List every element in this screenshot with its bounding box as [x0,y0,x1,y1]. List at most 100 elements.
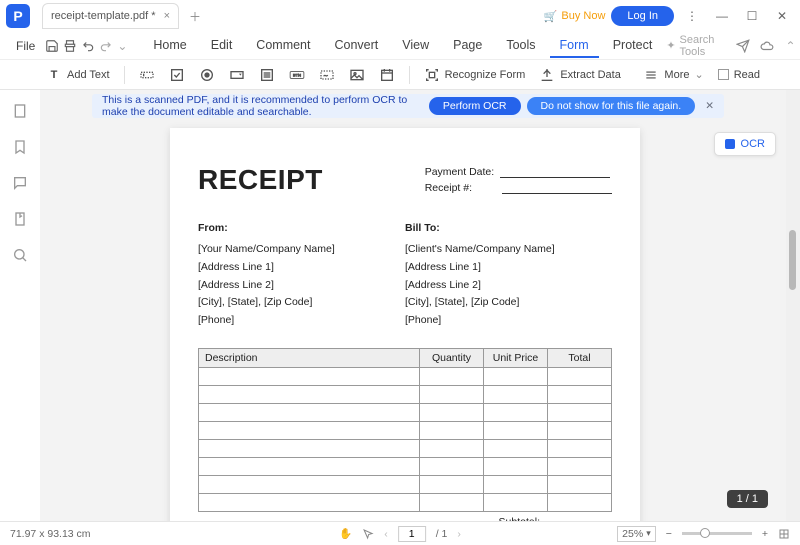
select-tool-icon[interactable] [362,528,374,540]
search-icon[interactable] [11,246,29,264]
text-field-icon[interactable] [139,67,155,83]
image-field-icon[interactable] [349,67,365,83]
zoom-slider-knob[interactable] [700,528,710,538]
close-window-icon[interactable]: ✕ [770,4,794,28]
bill-line: [Address Line 1] [405,259,612,277]
extract-data-button[interactable]: Extract Data [539,67,621,83]
print-icon[interactable] [63,36,77,56]
page-dimensions: 71.97 x 93.13 cm [10,528,91,540]
maximize-icon[interactable]: ☐ [740,4,764,28]
zoom-out-icon[interactable]: − [666,528,672,540]
save-icon[interactable] [45,36,59,56]
table-row [199,368,612,386]
page-total-label: / 1 [436,528,448,540]
form-toolbar: T Add Text BTN Recognize Form Extract Da… [0,60,800,90]
comments-icon[interactable] [11,174,29,192]
from-line: [City], [State], [Zip Code] [198,294,405,312]
bill-line: [Client's Name/Company Name] [405,241,612,259]
buy-now-link[interactable]: 🛒 Buy Now [544,10,606,23]
tab-title: receipt-template.pdf * [51,10,156,22]
app-icon: P [6,4,30,28]
bill-line: [Address Line 2] [405,277,612,295]
ocr-banner: This is a scanned PDF, and it is recomme… [92,94,724,118]
thumbnails-icon[interactable] [11,102,29,120]
more-button[interactable]: More ⌄ [643,67,703,83]
send-icon[interactable] [735,36,751,56]
button-field-icon[interactable]: BTN [289,67,305,83]
close-banner-icon[interactable]: ✕ [701,100,718,112]
zoom-select[interactable]: 25% ▾ [617,526,656,542]
menu-tools[interactable]: Tools [496,34,545,58]
recognize-icon [424,67,440,83]
page-input[interactable] [398,526,426,542]
document-tab[interactable]: receipt-template.pdf * × [42,3,179,29]
recognize-form-button[interactable]: Recognize Form [424,67,526,83]
payment-date-field [500,166,610,178]
read-checkbox-icon [718,69,729,80]
scroll-thumb[interactable] [789,230,796,290]
main-area: This is a scanned PDF, and it is recomme… [0,90,800,522]
col-unit-price: Unit Price [484,349,548,368]
search-tools-input[interactable]: ✦ Search Tools [666,34,727,58]
wand-icon: ✦ [666,39,675,52]
perform-ocr-button[interactable]: Perform OCR [429,97,521,115]
new-tab-button[interactable]: ＋ [189,8,201,25]
chevron-down-icon: ⌄ [694,68,703,81]
receipt-no-label: Receipt #: [425,182,472,194]
checkbox-icon[interactable] [169,67,185,83]
col-description: Description [199,349,420,368]
hand-tool-icon[interactable]: ✋ [339,527,352,540]
extract-icon [539,67,555,83]
signature-field-icon[interactable] [319,67,335,83]
separator [409,66,410,84]
menu-comment[interactable]: Comment [246,34,320,58]
vertical-scrollbar[interactable] [786,90,800,522]
table-row [199,494,612,512]
from-line: [Phone] [198,312,405,330]
more-icon [643,67,659,83]
document-page: RECEIPT Payment Date: Receipt #: From: [… [170,128,640,522]
next-page-icon[interactable]: › [457,528,461,540]
ocr-chip[interactable]: OCR [714,132,776,156]
dont-show-button[interactable]: Do not show for this file again. [527,97,696,115]
kebab-menu-icon[interactable]: ⋮ [680,4,704,28]
add-text-button[interactable]: T Add Text [46,67,110,83]
list-box-icon[interactable] [259,67,275,83]
menu-convert[interactable]: Convert [324,34,388,58]
zoom-slider[interactable] [682,532,752,535]
menu-items: Home Edit Comment Convert View Page Tool… [143,34,662,58]
menu-protect[interactable]: Protect [603,34,663,58]
zoom-in-icon[interactable]: + [762,528,768,540]
bill-line: [Phone] [405,312,612,330]
minimize-icon[interactable]: — [710,4,734,28]
close-tab-icon[interactable]: × [164,10,170,22]
table-row [199,440,612,458]
from-line: [Your Name/Company Name] [198,241,405,259]
from-block: From: [Your Name/Company Name] [Address … [198,220,405,330]
page-counter: 1 / 1 [727,490,768,508]
radio-icon[interactable] [199,67,215,83]
dropdown-field-icon[interactable] [229,67,245,83]
table-row [199,458,612,476]
menu-home[interactable]: Home [143,34,196,58]
menu-page[interactable]: Page [443,34,492,58]
file-menu[interactable]: File [10,39,41,53]
login-button[interactable]: Log In [611,6,674,26]
left-rail [0,90,40,522]
undo-icon[interactable] [81,36,95,56]
fit-page-icon[interactable] [778,528,790,540]
redo-icon[interactable] [99,36,113,56]
menu-edit[interactable]: Edit [201,34,243,58]
ocr-message: This is a scanned PDF, and it is recomme… [102,94,423,118]
chevron-up-icon[interactable]: ⌃ [783,36,799,56]
prev-page-icon[interactable]: ‹ [384,528,388,540]
bookmarks-icon[interactable] [11,138,29,156]
menu-form[interactable]: Form [550,34,599,58]
attachments-icon[interactable] [11,210,29,228]
cloud-icon[interactable] [759,36,775,56]
dropdown-icon[interactable]: ⌄ [117,39,127,53]
document-viewport[interactable]: This is a scanned PDF, and it is recomme… [40,90,786,522]
date-field-icon[interactable] [379,67,395,83]
menu-view[interactable]: View [392,34,439,58]
read-mode-toggle[interactable]: Read [718,69,760,81]
